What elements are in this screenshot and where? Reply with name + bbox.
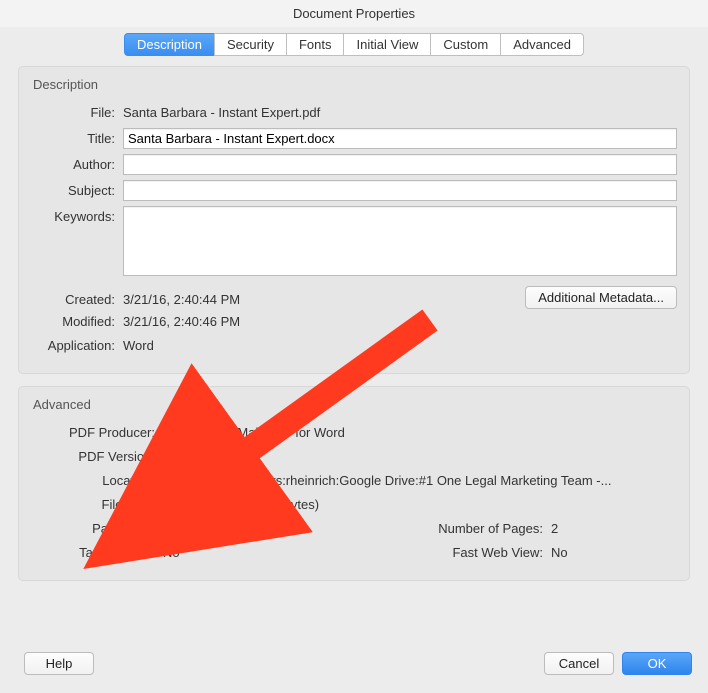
number-of-pages-value: 2 xyxy=(551,518,558,536)
author-input[interactable] xyxy=(123,154,677,175)
tab-bar: Description Security Fonts Initial View … xyxy=(0,27,708,66)
tab-fonts[interactable]: Fonts xyxy=(286,33,345,56)
subject-label: Subject: xyxy=(31,180,123,198)
pdf-version-label: PDF Version: xyxy=(31,446,163,464)
subject-input[interactable] xyxy=(123,180,677,201)
number-of-pages-label: Number of Pages: xyxy=(411,518,551,536)
created-value: 3/21/16, 2:40:44 PM xyxy=(123,289,240,307)
tab-security[interactable]: Security xyxy=(214,33,287,56)
tab-initial-view[interactable]: Initial View xyxy=(343,33,431,56)
tab-description[interactable]: Description xyxy=(124,33,215,56)
location-label: Location: xyxy=(31,470,163,488)
tagged-pdf-value: No xyxy=(163,542,180,560)
description-group: Description File: Santa Barbara - Instan… xyxy=(18,66,690,374)
application-label: Application: xyxy=(31,335,123,353)
additional-metadata-button[interactable]: Additional Metadata... xyxy=(525,286,677,309)
window-title: Document Properties xyxy=(0,0,708,27)
application-value: Word xyxy=(123,335,154,353)
title-input[interactable] xyxy=(123,128,677,149)
location-value: Macintosh HD:Users:rheinrich:Google Driv… xyxy=(163,470,611,488)
advanced-group: Advanced PDF Producer: Acrobat PDFMaker … xyxy=(18,386,690,581)
modified-label: Modified: xyxy=(31,311,123,329)
keywords-input[interactable] xyxy=(123,206,677,276)
page-size-value: 8.50 x 10.99 in xyxy=(163,518,248,536)
ok-button[interactable]: OK xyxy=(622,652,692,675)
help-button[interactable]: Help xyxy=(24,652,94,675)
file-value: Santa Barbara - Instant Expert.pdf xyxy=(123,102,320,120)
author-label: Author: xyxy=(31,154,123,172)
tab-advanced[interactable]: Advanced xyxy=(500,33,584,56)
keywords-label: Keywords: xyxy=(31,206,123,224)
file-size-label: File Size: xyxy=(31,494,163,512)
dialog-button-bar: Help Cancel OK xyxy=(0,644,708,683)
advanced-group-title: Advanced xyxy=(31,395,677,422)
fast-web-view-value: No xyxy=(551,542,568,560)
fast-web-view-label: Fast Web View: xyxy=(411,542,551,560)
pdf-producer-value: Acrobat PDFMaker 15 for Word xyxy=(163,422,345,440)
modified-value: 3/21/16, 2:40:46 PM xyxy=(123,311,240,329)
pdf-version-value: 1.6 (Acrobat 7.x) xyxy=(163,446,259,464)
file-size-value: 222.50 KB (227,841 Bytes) xyxy=(163,494,319,512)
pdf-producer-label: PDF Producer: xyxy=(31,422,163,440)
tagged-pdf-label: Tagged PDF: xyxy=(31,542,163,560)
file-label: File: xyxy=(31,102,123,120)
description-group-title: Description xyxy=(31,75,677,102)
page-size-label: Page Size: xyxy=(31,518,163,536)
title-label: Title: xyxy=(31,128,123,146)
cancel-button[interactable]: Cancel xyxy=(544,652,614,675)
created-label: Created: xyxy=(31,289,123,307)
tab-custom[interactable]: Custom xyxy=(430,33,501,56)
